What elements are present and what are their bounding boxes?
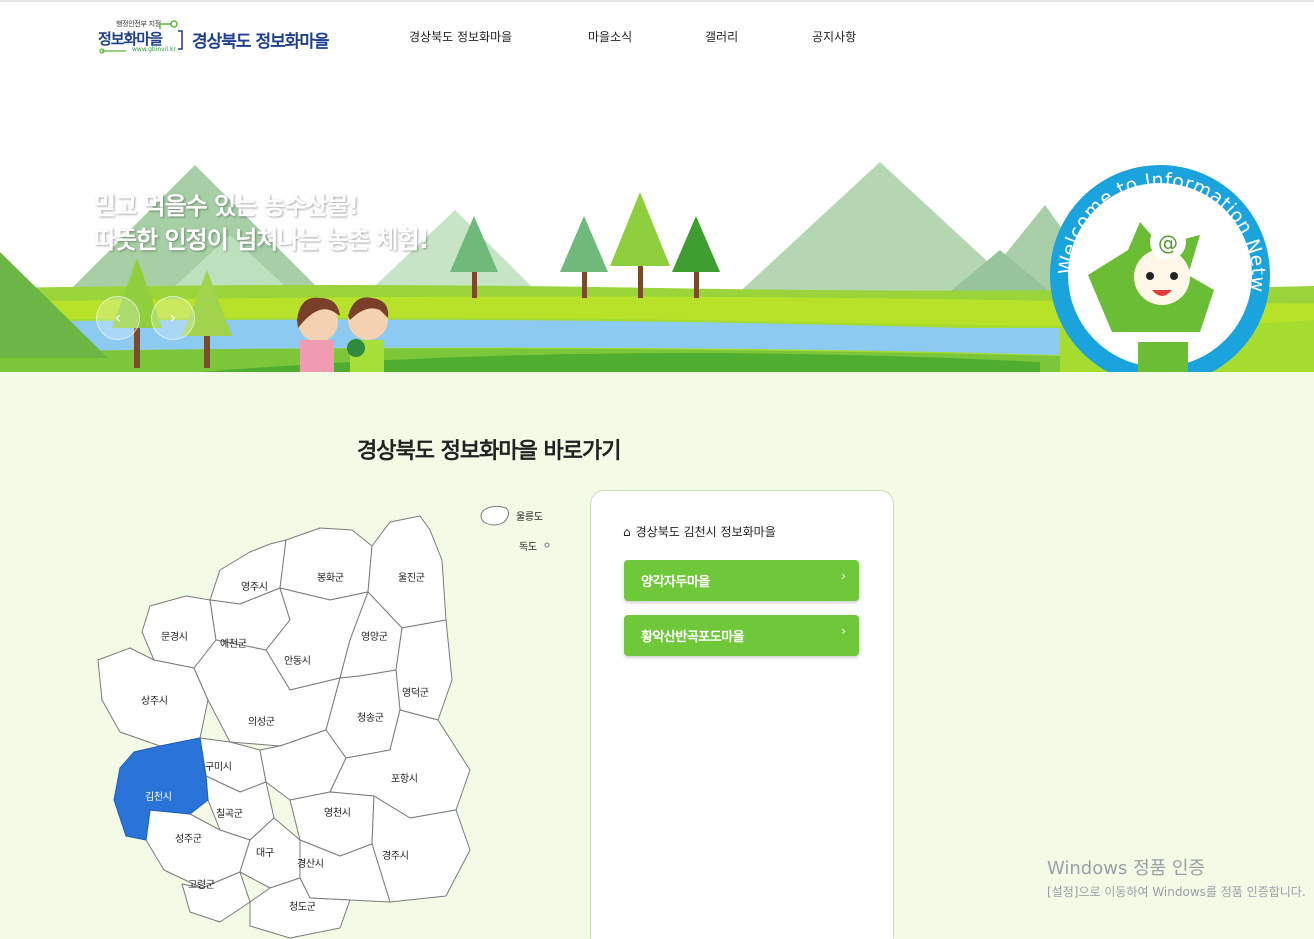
map-label-yeongcheon[interactable]: 영천시	[324, 804, 351, 819]
map-label-bonghwa[interactable]: 봉화군	[317, 569, 344, 584]
gyeongbuk-map: 울릉도 독도 영주시 봉화군 울진군 문경시 예천군 안동시 영양군 영덕군 상…	[90, 500, 570, 939]
nav-item-notice[interactable]: 공지사항	[812, 28, 856, 45]
watermark-subtitle: [설정]으로 이동하여 Windows를 정품 인증합니다.	[1047, 885, 1306, 899]
nav-item-gallery[interactable]: 갤러리	[705, 28, 738, 45]
map-label-pohang[interactable]: 포항시	[391, 770, 418, 785]
village-button-hwangaksan[interactable]: 황악산반곡포도마을 ›	[624, 615, 859, 656]
map-label-uiseong[interactable]: 의성군	[248, 713, 275, 728]
region-ulleungdo[interactable]	[480, 505, 510, 526]
map-label-goryeong[interactable]: 고령군	[188, 876, 215, 891]
map-label-sangju[interactable]: 상주시	[141, 692, 168, 707]
site-logo[interactable]: 행정안전부 지정 정보화마을 www.gbinvil.kr 경상북도 정보화마을	[98, 18, 343, 58]
map-label-daegu[interactable]: 대구	[256, 844, 274, 859]
map-label-cheongsong[interactable]: 청송군	[357, 709, 384, 724]
village-button-label: 양각자두마을	[641, 575, 710, 590]
hero-slogan-line1: 믿고 먹을수 있는 농수산물!	[94, 192, 359, 220]
chevron-right-icon: ›	[841, 569, 846, 583]
map-shapes	[97, 505, 550, 939]
region-yeongdeok[interactable]	[395, 619, 453, 721]
map-label-chilgok[interactable]: 칠곡군	[216, 805, 243, 820]
hero-banner: @ 믿고 먹을수 있는 농수산물! 따뜻한 인정이 넘쳐나는 농촌 체험! We…	[0, 70, 1314, 372]
logo-circuit-icon	[99, 20, 183, 54]
logo-badge: 행정안전부 지정 정보화마을 www.gbinvil.kr	[98, 18, 184, 58]
map-label-gyeongju[interactable]: 경주시	[382, 847, 409, 862]
map-label-yeongju[interactable]: 영주시	[241, 578, 268, 593]
map-label-seongju[interactable]: 성주군	[175, 830, 202, 845]
map-label-yeongdeok[interactable]: 영덕군	[402, 684, 429, 699]
map-label-gimcheon[interactable]: 김천시	[145, 788, 172, 803]
region-bonghwa[interactable]	[279, 527, 373, 601]
windows-activation-watermark: Windows 정품 인증 [설정]으로 이동하여 Windows를 정품 인증…	[1047, 854, 1306, 900]
map-label-yecheon[interactable]: 예천군	[220, 635, 247, 650]
welcome-badge: Welcome to Information Network Village	[1050, 165, 1269, 293]
village-button-label: 황악산반곡포도마을	[641, 630, 745, 645]
svg-text:Welcome to Information Network: Welcome to Information Network Village	[1050, 165, 1269, 293]
nav-item-village-news[interactable]: 마을소식	[588, 28, 632, 45]
panel-heading: ⌂ 경상북도 김천시 정보화마을	[623, 523, 776, 540]
logo-title: 경상북도 정보화마을	[192, 32, 330, 52]
map-label-dokdo[interactable]: 독도	[519, 538, 537, 553]
home-icon: ⌂	[623, 525, 631, 539]
welcome-badge-text: Welcome to Information Network Village	[1050, 165, 1269, 293]
section-title: 경상북도 정보화마을 바로가기	[357, 439, 621, 464]
slide-prev-button[interactable]: ‹	[96, 296, 140, 340]
map-label-andong[interactable]: 안동시	[284, 652, 311, 667]
map-label-ulleungdo[interactable]: 울릉도	[516, 508, 543, 523]
nav-item-gb-village[interactable]: 경상북도 정보화마을	[409, 28, 512, 45]
map-label-gyeongsan[interactable]: 경산시	[297, 855, 324, 870]
map-label-mungyeong[interactable]: 문경시	[161, 628, 188, 643]
site-header: 행정안전부 지정 정보화마을 www.gbinvil.kr 경상북도 정보화마을…	[0, 2, 1314, 70]
village-panel: ⌂ 경상북도 김천시 정보화마을 양각자두마을 › 황악산반곡포도마을 ›	[590, 490, 894, 939]
map-label-gumi[interactable]: 구미시	[205, 758, 232, 773]
watermark-title: Windows 정품 인증	[1047, 858, 1206, 879]
map-label-uljin[interactable]: 울진군	[398, 569, 425, 584]
map-label-cheongdo[interactable]: 청도군	[289, 898, 316, 913]
map-label-yeongyang[interactable]: 영양군	[361, 628, 388, 643]
region-dokdo[interactable]	[544, 542, 550, 548]
panel-heading-text: 경상북도 김천시 정보화마을	[635, 525, 776, 539]
village-button-yanggak[interactable]: 양각자두마을 ›	[624, 560, 859, 601]
chevron-right-icon: ›	[841, 624, 846, 638]
slide-next-button[interactable]: ›	[151, 296, 195, 340]
hero-slogan-line2: 따뜻한 인정이 넘쳐나는 농촌 체험!	[94, 226, 429, 254]
